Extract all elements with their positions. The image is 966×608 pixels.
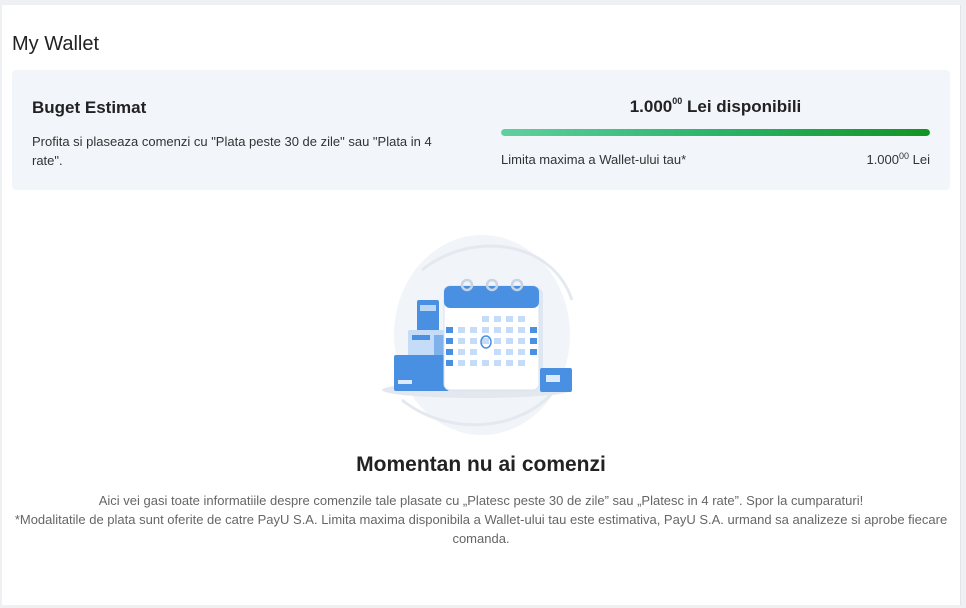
calendar-boxes-illustration	[382, 235, 574, 435]
available-suffix: Lei disponibili	[682, 97, 802, 116]
empty-state-line-1: Aici vei gasi toate informatiile despre …	[98, 493, 864, 508]
wallet-progress-bar	[501, 129, 930, 136]
available-amount: 1.00000 Lei disponibili	[501, 96, 930, 117]
limit-value: 1.00000 Lei	[866, 151, 930, 167]
budget-description: Profita si plaseaza comenzi cu "Plata pe…	[32, 134, 432, 168]
empty-state-title: Momentan nu ai comenzi	[356, 453, 606, 476]
page-title: My Wallet	[12, 33, 100, 55]
wallet-progress-fill	[501, 129, 930, 136]
wallet-card: My Wallet Buget Estimat Profita si plase…	[2, 5, 961, 605]
budget-title: Buget Estimat	[32, 98, 147, 117]
limit-suffix: Lei	[909, 152, 930, 167]
empty-state-line-2: *Modalitatile de plata sunt oferite de c…	[14, 512, 948, 546]
available-main: 1.000	[629, 97, 673, 116]
limit-cents: 00	[899, 151, 910, 161]
empty-state-description: Aici vei gasi toate informatiile despre …	[10, 491, 952, 548]
available-cents: 00	[672, 96, 683, 106]
limit-main: 1.000	[866, 152, 900, 167]
limit-label: Limita maxima a Wallet-ului tau*	[501, 152, 687, 167]
budget-panel: Buget Estimat Profita si plaseaza comenz…	[12, 70, 950, 190]
